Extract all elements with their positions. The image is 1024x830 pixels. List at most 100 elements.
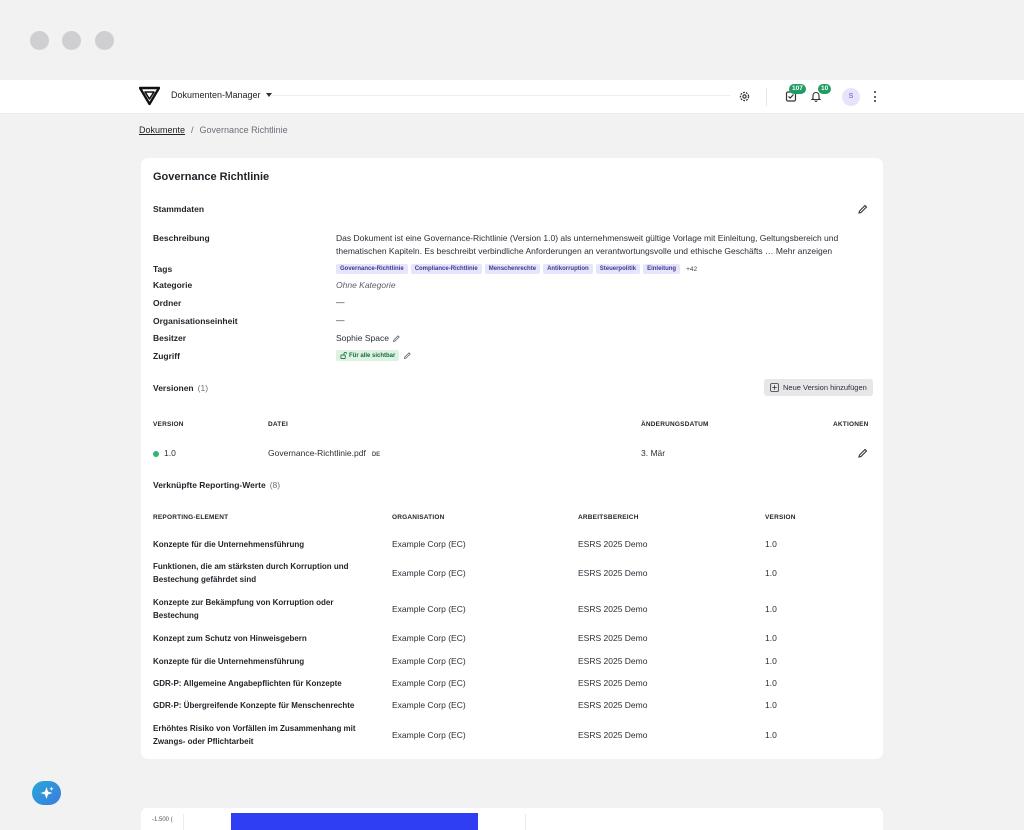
zugriff-label: Zugriff — [153, 351, 180, 361]
arbeitsbereich-cell: ESRS 2025 Demo — [578, 730, 648, 740]
arbeitsbereich-cell: ESRS 2025 Demo — [578, 568, 648, 578]
tags-label: Tags — [153, 264, 173, 274]
version-cell: 1.0 — [765, 678, 777, 688]
arbeitsbereich-cell: ESRS 2025 Demo — [578, 656, 648, 666]
breadcrumb-separator: / — [191, 125, 194, 135]
add-version-label: Neue Version hinzufügen — [783, 383, 867, 392]
ai-assistant-button[interactable] — [32, 781, 61, 805]
version-cell: 1.0 — [765, 539, 777, 549]
tasks-count-badge: 107 — [789, 84, 806, 94]
version-cell: 1.0 — [765, 604, 777, 614]
tag-chip[interactable]: Steuerpolitik — [595, 264, 641, 274]
sparkle-icon — [40, 786, 54, 799]
organisation-cell: Example Corp (EC) — [392, 656, 466, 666]
version-cell: 1.0 — [765, 633, 777, 643]
organisationseinheit-value: — — [336, 315, 345, 325]
window-minimize-dot[interactable] — [62, 31, 81, 50]
edit-access-icon[interactable] — [403, 351, 412, 360]
versions-label: Versionen — [153, 383, 194, 393]
tags-more-count[interactable]: +42 — [686, 266, 697, 273]
tag-chip[interactable]: Menschenrechte — [484, 264, 541, 274]
breadcrumb-root-link[interactable]: Dokumente — [139, 125, 185, 135]
document-card: Governance Richtlinie Stammdaten Beschre… — [141, 158, 883, 759]
col-datei-header[interactable]: DATEI — [268, 421, 288, 428]
unlock-icon — [340, 352, 347, 359]
page-title: Governance Richtlinie — [153, 171, 270, 183]
access-badge-label: Für alle sichtbar — [349, 352, 396, 359]
besitzer-label: Besitzer — [153, 333, 187, 343]
organisation-cell: Example Corp (EC) — [392, 678, 466, 688]
language-badge: DE — [371, 452, 381, 458]
version-cell: 1.0 — [765, 700, 777, 710]
col-reporting-version-header[interactable]: VERSION — [765, 514, 796, 521]
reporting-element-cell: Erhöhtes Risiko von Vorfällen im Zusamme… — [153, 724, 356, 746]
reporting-heading: Verknüpfte Reporting-Werte (8) — [153, 480, 280, 490]
window-maximize-dot[interactable] — [95, 31, 114, 50]
kategorie-value: Ohne Kategorie — [336, 280, 396, 290]
arbeitsbereich-cell: ESRS 2025 Demo — [578, 700, 648, 710]
col-organisation-header[interactable]: ORGANISATION — [392, 514, 444, 521]
mehr-anzeigen-link[interactable]: Mehr anzeigen — [776, 246, 832, 256]
organisationseinheit-label: Organisationseinheit — [153, 316, 238, 326]
reporting-count: (8) — [269, 480, 281, 490]
reporting-element-cell: GDR-P: Allgemeine Angabepflichten für Ko… — [153, 679, 342, 688]
date-cell: 3. Mär — [641, 448, 666, 458]
reporting-element-cell: Konzepte für die Unternehmensführung — [153, 657, 305, 666]
col-reporting-element-header[interactable]: REPORTING-ELEMENT — [153, 514, 228, 521]
breadcrumb-current: Governance Richtlinie — [199, 125, 288, 135]
versions-heading: Versionen (1) — [153, 383, 208, 393]
version-number: 1.0 — [164, 448, 176, 458]
ordner-label: Ordner — [153, 298, 182, 308]
chart-peek: -1.500 ( — [141, 808, 883, 830]
chart-gridline — [525, 814, 526, 830]
organisation-cell: Example Corp (EC) — [392, 633, 466, 643]
arbeitsbereich-cell: ESRS 2025 Demo — [578, 633, 648, 643]
app-logo-icon[interactable] — [139, 86, 160, 106]
file-name-link[interactable]: Governance-Richtlinie.pdf — [268, 448, 366, 458]
gear-icon[interactable] — [738, 90, 751, 103]
reporting-element-cell: Konzept zum Schutz von Hinweisgebern — [153, 634, 307, 643]
version-cell: 1.0 — [153, 448, 176, 458]
reporting-element-cell: GDR-P: Übergreifende Konzepte für Mensch… — [153, 701, 355, 710]
zugriff-value-row: Für alle sichtbar — [336, 350, 412, 361]
file-cell: Governance-Richtlinie.pdf DE — [268, 448, 380, 458]
edit-owner-icon[interactable] — [392, 334, 401, 343]
organisation-cell: Example Corp (EC) — [392, 700, 466, 710]
organisation-cell: Example Corp (EC) — [392, 604, 466, 614]
topbar-divider — [270, 95, 730, 96]
edit-stammdaten-icon[interactable] — [857, 203, 869, 215]
add-version-button[interactable]: Neue Version hinzufügen — [764, 379, 873, 396]
ordner-value: — — [336, 297, 345, 307]
beschreibung-label: Beschreibung — [153, 233, 210, 243]
app-switcher[interactable]: Dokumenten-Manager — [171, 90, 272, 100]
col-aktionen-header: AKTIONEN — [833, 421, 869, 428]
versions-count: (1) — [197, 383, 209, 393]
reporting-element-cell: Konzepte zur Bekämpfung von Korruption o… — [153, 598, 334, 620]
tag-chip[interactable]: Compliance-Richtlinie — [410, 264, 482, 274]
topbar-separator — [766, 88, 767, 106]
organisation-cell: Example Corp (EC) — [392, 568, 466, 578]
breadcrumb: Dokumente / Governance Richtlinie — [139, 125, 288, 135]
avatar[interactable]: S — [842, 88, 860, 106]
chart-bar — [231, 813, 478, 830]
kategorie-label: Kategorie — [153, 280, 193, 290]
tag-chip[interactable]: Einleitung — [643, 264, 681, 274]
besitzer-value-row: Sophie Space — [336, 333, 401, 343]
window-close-dot[interactable] — [30, 31, 49, 50]
reporting-label: Verknüpfte Reporting-Werte — [153, 480, 266, 490]
col-version-header[interactable]: VERSION — [153, 421, 184, 428]
besitzer-value: Sophie Space — [336, 333, 389, 343]
app-name: Dokumenten-Manager — [171, 90, 261, 100]
tags-list: Governance-Richtlinie Compliance-Richtli… — [336, 264, 697, 274]
status-dot-icon — [153, 450, 159, 457]
tag-chip[interactable]: Governance-Richtlinie — [336, 264, 408, 274]
col-arbeitsbereich-header[interactable]: ARBEITSBEREICH — [578, 514, 639, 521]
reporting-element-cell: Funktionen, die am stärksten durch Korru… — [153, 562, 349, 584]
access-badge: Für alle sichtbar — [336, 350, 400, 361]
notifications-count-badge: 10 — [818, 84, 832, 94]
edit-version-icon[interactable] — [857, 447, 869, 459]
tag-chip[interactable]: Antikorruption — [543, 264, 593, 274]
more-menu-icon[interactable] — [873, 91, 877, 102]
organisation-cell: Example Corp (EC) — [392, 539, 466, 549]
col-datum-header[interactable]: ÄNDERUNGSDATUM — [641, 421, 709, 428]
